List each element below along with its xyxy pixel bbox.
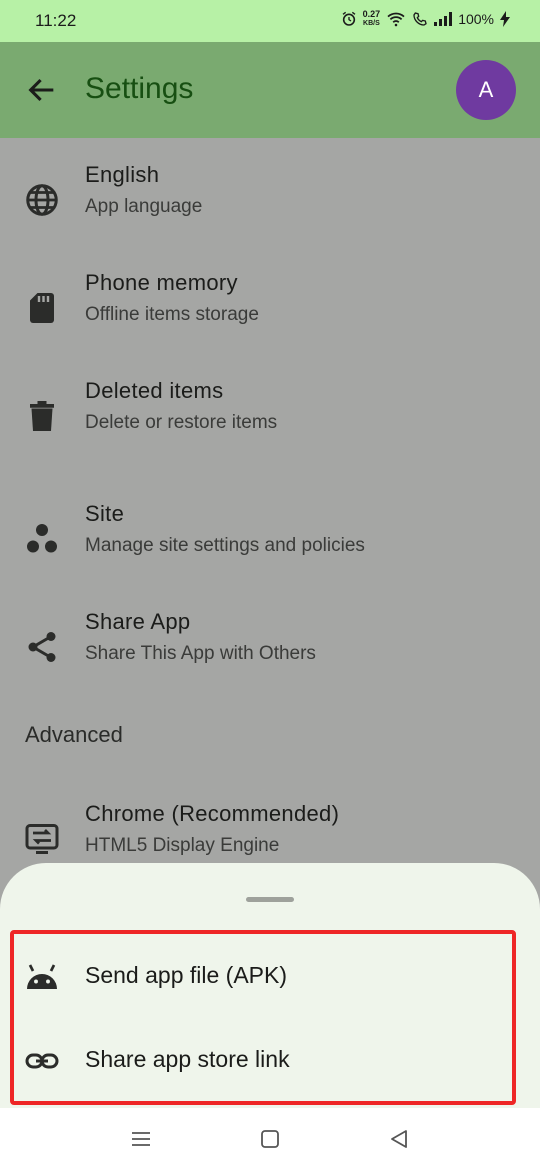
app-bar: Settings A [0,42,540,138]
setting-subtitle: Delete or restore items [85,412,278,433]
setting-title: Site [85,501,125,526]
avatar[interactable]: A [456,60,516,120]
menu-icon[interactable] [126,1124,156,1154]
status-bar: 11:22 0.27 KB/S 100% [0,0,540,42]
section-header-advanced: Advanced [25,722,123,747]
send-apk-label: Send app file (APK) [85,962,288,988]
link-icon [25,1053,59,1069]
setting-deleted-items[interactable]: Deleted items Delete or restore items [0,378,540,468]
setting-share-app[interactable]: Share App Share This App with Others [0,609,540,699]
display-engine-icon [25,824,59,854]
drag-handle[interactable] [246,897,294,902]
setting-subtitle: App language [85,196,203,217]
setting-title: Phone memory [85,270,238,295]
send-apk-option[interactable]: Send app file (APK) [0,946,540,1010]
charging-icon [500,11,510,27]
globe-icon [26,184,58,216]
share-store-link-label: Share app store link [85,1046,290,1072]
setting-storage[interactable]: Phone memory Offline items storage [0,270,540,360]
battery-percent: 100% [458,11,494,27]
status-time: 11:22 [35,11,77,30]
network-speed-value: 0.27 [362,9,381,19]
status-icons: 0.27 KB/S 100% [341,10,510,28]
volte-call-icon [413,12,427,26]
setting-subtitle: Offline items storage [85,304,259,325]
back-arrow-icon[interactable] [25,73,59,107]
alarm-icon [342,11,356,26]
back-nav-icon[interactable] [384,1124,414,1154]
scatter-dots-icon [27,524,57,553]
sd-card-icon [30,293,54,323]
signal-icon [434,12,453,26]
share-store-link-option[interactable]: Share app store link [0,1030,540,1094]
setting-subtitle: HTML5 Display Engine [85,835,280,856]
android-icon [27,964,57,989]
navigation-bar [0,1108,540,1170]
setting-title: English [85,162,160,187]
setting-subtitle: Manage site settings and policies [85,535,365,556]
setting-subtitle: Share This App with Others [85,643,316,664]
setting-language[interactable]: English App language [0,162,540,252]
home-icon[interactable] [255,1124,285,1154]
trash-icon [30,401,54,431]
setting-title: Chrome (Recommended) [85,801,340,826]
setting-title: Share App [85,609,191,634]
share-icon [28,632,56,662]
share-bottom-sheet: Send app file (APK) Share app store link [0,863,540,1108]
network-speed: 0.27 KB/S [363,10,381,28]
wifi-icon [387,12,405,27]
page-title: Settings [85,72,194,105]
setting-site[interactable]: Site Manage site settings and policies [0,501,540,591]
network-speed-unit: KB/S [363,20,380,27]
setting-title: Deleted items [85,378,224,403]
